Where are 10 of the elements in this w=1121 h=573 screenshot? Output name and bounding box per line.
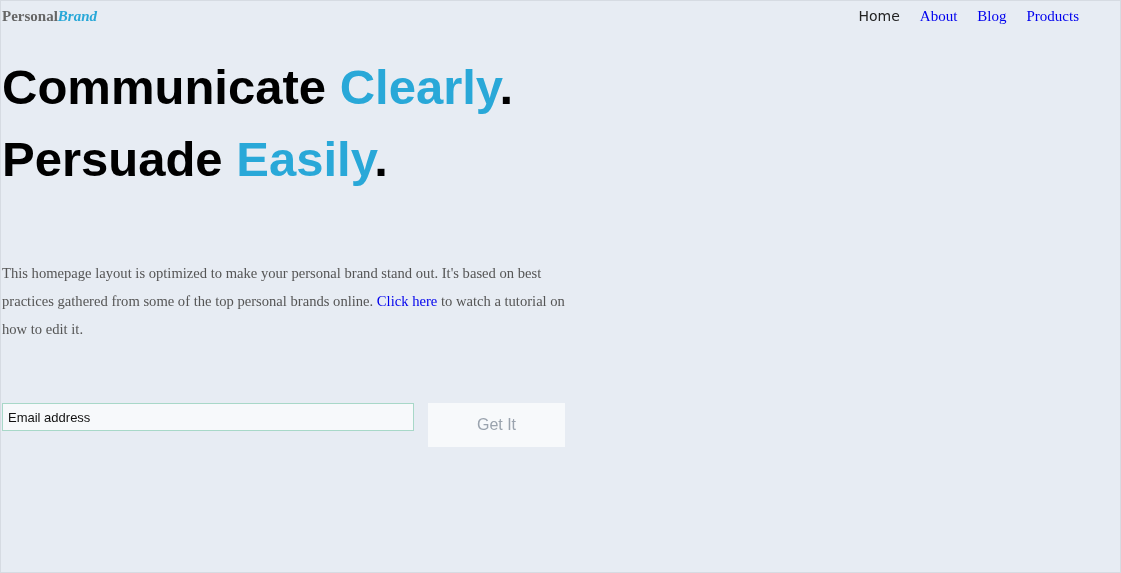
intro-paragraph: This homepage layout is optimized to make your personal brand stand out. It's based on best practices gathered from some of the top personal brands online. Click here to watch a tutorial on how to edit it. [2, 264, 566, 339]
email-field[interactable]: Email address [2, 403, 414, 431]
headline-line: Communicate Clearly. [2, 59, 514, 116]
nav-link[interactable]: Home [858, 7, 900, 25]
logo[interactable]: PersonalBrand [2, 7, 97, 25]
nav-link[interactable]: Products [1026, 7, 1079, 25]
headline-line: Persuade Easily. [2, 131, 388, 188]
nav-link[interactable]: About [919, 7, 958, 25]
nav-link[interactable]: Blog [977, 7, 1007, 25]
tutorial-link[interactable]: Click here [376, 293, 438, 309]
